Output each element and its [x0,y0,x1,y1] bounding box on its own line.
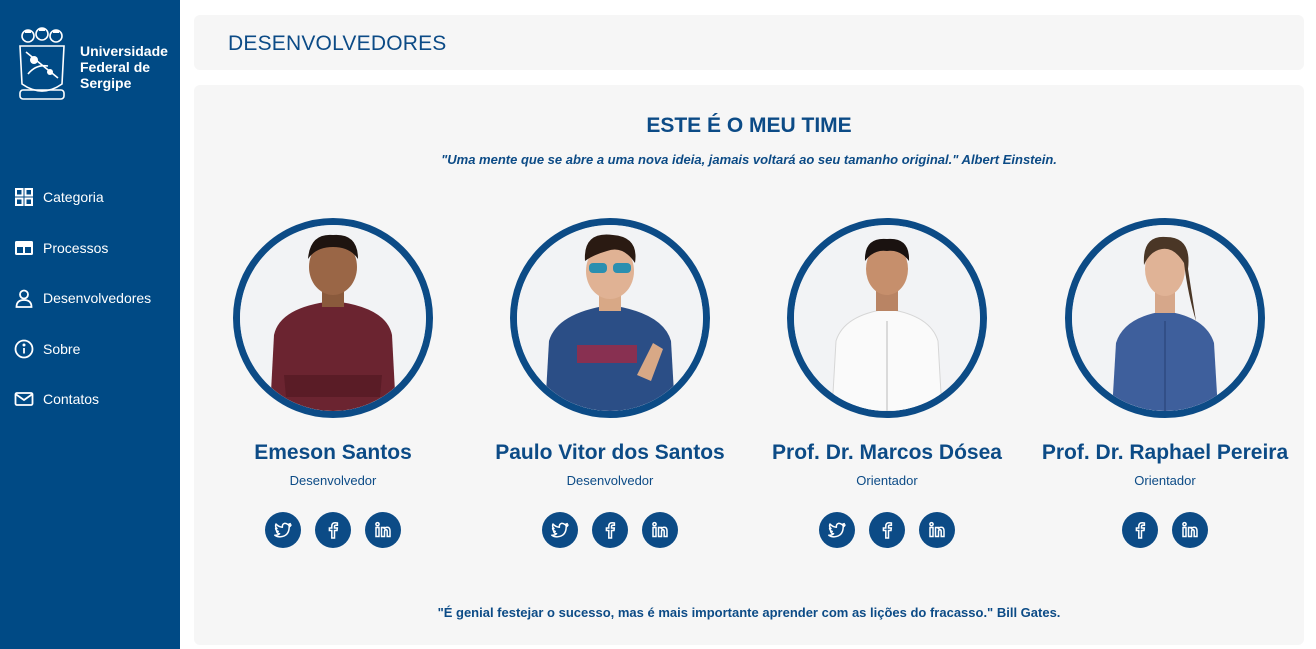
sidebar-item-label: Sobre [43,340,81,357]
twitter-button[interactable] [542,512,578,548]
table-icon [15,240,33,255]
member-socials [1050,512,1280,548]
info-icon [14,339,34,359]
member-role: Desenvolvedor [289,473,377,488]
facebook-button[interactable] [869,512,905,548]
sidebar-item-sobre[interactable]: Sobre [0,324,180,375]
team-panel: ESTE É O MEU TIME "Uma mente que se abre… [194,85,1304,645]
facebook-button[interactable] [1122,512,1158,548]
twitter-button[interactable] [265,512,301,548]
page-header: DESENVOLVEDORES [194,15,1304,70]
sidebar-item-label: Contatos [43,391,100,408]
sidebar-item-label: Categoria [43,189,104,206]
facebook-icon [605,522,616,539]
logo-text: Universidade Federal de Sergipe [80,43,170,91]
member-photo [233,218,433,418]
linkedin-icon [1182,521,1198,538]
facebook-icon [328,522,339,539]
sidebar: Universidade Federal de Sergipe Categori… [0,0,180,649]
linkedin-button[interactable] [919,512,955,548]
twitter-button[interactable] [819,512,855,548]
sidebar-item-processos[interactable]: Processos [0,223,180,274]
user-icon [15,289,33,309]
twitter-icon [828,522,846,538]
member-socials [495,512,725,548]
sidebar-item-label: Processos [43,239,109,256]
linkedin-button[interactable] [1172,512,1208,548]
ufs-crest-icon [19,27,65,100]
linkedin-button[interactable] [365,512,401,548]
member-socials [218,512,448,548]
facebook-button[interactable] [592,512,628,548]
facebook-icon [882,522,893,539]
member-name: Prof. Dr. Marcos Dósea [772,441,1002,464]
logo-line-2: Federal de [80,59,151,75]
facebook-button[interactable] [315,512,351,548]
linkedin-icon [375,521,391,538]
linkedin-icon [652,521,668,538]
ufs-logo[interactable]: Universidade Federal de Sergipe [14,26,170,104]
member-role: Desenvolvedor [566,473,654,488]
logo-line-1: Universidade [80,43,168,59]
facebook-icon [1135,522,1146,539]
page-title: DESENVOLVEDORES [228,32,447,55]
member-role: Orientador [1134,473,1196,488]
twitter-icon [551,522,569,538]
grid-icon [15,188,33,207]
member-photo [1065,218,1265,418]
linkedin-button[interactable] [642,512,678,548]
member-role: Orientador [856,473,918,488]
linkedin-icon [929,521,945,538]
member-socials [772,512,1002,548]
person-photo-icon [1072,225,1258,411]
person-photo-icon [240,225,426,411]
mail-icon [14,392,34,407]
member-photo [787,218,987,418]
person-photo-icon [517,225,703,411]
sidebar-item-desenvolvedores[interactable]: Desenvolvedores [0,273,180,324]
member-photo [510,218,710,418]
sidebar-item-label: Desenvolvedores [43,290,152,307]
quote-bill-gates: "É genial festejar o sucesso, mas é mais… [437,605,1061,620]
twitter-icon [274,522,292,538]
team-title: ESTE É O MEU TIME [646,114,852,137]
quote-einstein: "Uma mente que se abre a uma nova ideia,… [441,152,1057,167]
sidebar-item-contatos[interactable]: Contatos [0,374,180,425]
member-name: Emeson Santos [254,441,412,464]
sidebar-nav: Categoria Processos Desenvolvedores Sobr… [0,172,180,425]
sidebar-item-categoria[interactable]: Categoria [0,172,180,223]
logo-line-3: Sergipe [80,75,132,91]
member-name: Paulo Vitor dos Santos [495,441,725,464]
member-name: Prof. Dr. Raphael Pereira [1041,441,1289,464]
person-photo-icon [794,225,980,411]
